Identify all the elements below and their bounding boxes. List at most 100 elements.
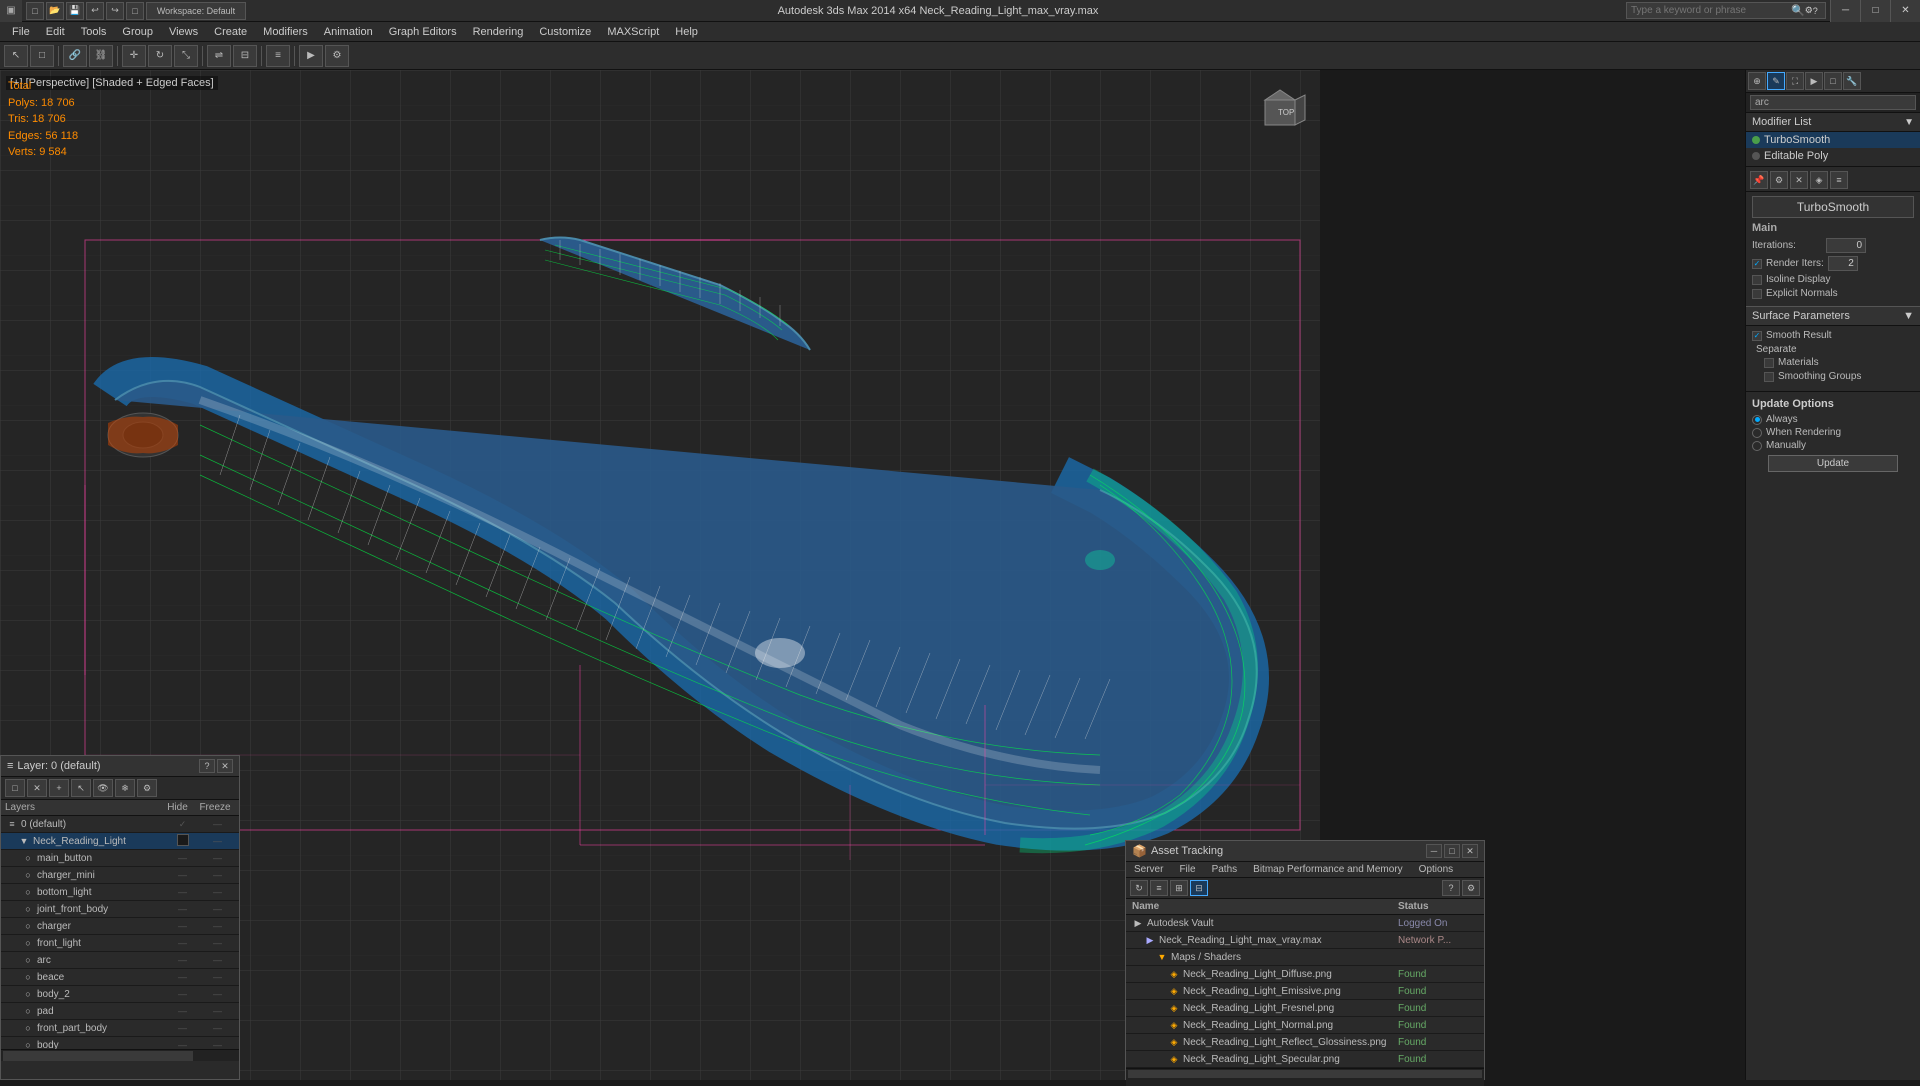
asset-scrollbar[interactable] <box>1126 1068 1484 1078</box>
utilities-tab[interactable]: 🔧 <box>1843 72 1861 90</box>
menu-modifiers[interactable]: Modifiers <box>255 24 316 40</box>
remove-modifier-icon[interactable]: ✕ <box>1790 171 1808 189</box>
link-icon[interactable]: 🔗 <box>63 45 87 67</box>
menu-views[interactable]: Views <box>161 24 206 40</box>
layer-row-body[interactable]: ○ body — — <box>1 1037 239 1049</box>
manually-radio-row[interactable]: Manually <box>1752 440 1914 451</box>
search-input[interactable] <box>1631 5 1791 16</box>
layer-row-pad[interactable]: ○ pad — — <box>1 1003 239 1020</box>
asset-row-reflect[interactable]: ◈ Neck_Reading_Light_Reflect_Glossiness.… <box>1126 1034 1484 1051</box>
update-button[interactable]: Update <box>1768 455 1898 472</box>
modifier-turbosmooth[interactable]: TurboSmooth <box>1746 132 1920 148</box>
asset-detail-icon[interactable]: ⊟ <box>1190 880 1208 896</box>
explicit-normals-checkbox[interactable] <box>1752 289 1762 299</box>
asset-row-diffuse[interactable]: ◈ Neck_Reading_Light_Diffuse.png Found <box>1126 966 1484 983</box>
asset-row-specular[interactable]: ◈ Neck_Reading_Light_Specular.png Found <box>1126 1051 1484 1068</box>
layer-row-charger[interactable]: ○ charger — — <box>1 918 239 935</box>
smoothing-groups-checkbox[interactable] <box>1764 372 1774 382</box>
motion-tab[interactable]: ▶ <box>1805 72 1823 90</box>
layers-scrollbar-thumb[interactable] <box>3 1051 193 1061</box>
layer-hide-all-icon[interactable]: 👁 <box>93 779 113 797</box>
render-icon[interactable]: ▶ <box>299 45 323 67</box>
modifier-search-input[interactable] <box>1750 95 1916 110</box>
layer-row-front-light[interactable]: ○ front_light — — <box>1 935 239 952</box>
search-box[interactable]: 🔍 ⚙ ? <box>1626 2 1826 19</box>
unlink-icon[interactable]: ⛓ <box>89 45 113 67</box>
options-icon[interactable]: ⚙ <box>1770 171 1788 189</box>
layer-freeze-all-icon[interactable]: ❄ <box>115 779 135 797</box>
iterations-input[interactable] <box>1826 238 1866 253</box>
asset-row-maxfile[interactable]: ▶ Neck_Reading_Light_max_vray.max Networ… <box>1126 932 1484 949</box>
pin-icon[interactable]: 📌 <box>1750 171 1768 189</box>
save-icon[interactable]: 💾 <box>66 2 84 20</box>
asset-row-fresnel[interactable]: ◈ Neck_Reading_Light_Fresnel.png Found <box>1126 1000 1484 1017</box>
layer-row-joint-front-body[interactable]: ○ joint_front_body — — <box>1 901 239 918</box>
render-iters-input[interactable] <box>1828 256 1858 271</box>
materials-checkbox[interactable] <box>1764 358 1774 368</box>
layer-row-bottom-light[interactable]: ○ bottom_light — — <box>1 884 239 901</box>
menu-file[interactable]: File <box>4 24 38 40</box>
configure-icon[interactable]: ≡ <box>1830 171 1848 189</box>
select-name-icon[interactable]: □ <box>30 45 54 67</box>
hierarchy-tab[interactable]: ⛶ <box>1786 72 1804 90</box>
menu-animation[interactable]: Animation <box>316 24 381 40</box>
move-icon[interactable]: ✛ <box>122 45 146 67</box>
modifier-list-expand[interactable]: ▼ <box>1904 117 1914 128</box>
menu-tools[interactable]: Tools <box>73 24 115 40</box>
asset-settings-icon[interactable]: ⚙ <box>1462 880 1480 896</box>
layers-scrollbar[interactable] <box>1 1049 239 1061</box>
asset-row-vault[interactable]: ▶ Autodesk Vault Logged On <box>1126 915 1484 932</box>
layer-row-front-part-body[interactable]: ○ front_part_body — — <box>1 1020 239 1037</box>
menu-graph-editors[interactable]: Graph Editors <box>381 24 465 40</box>
maximize-button[interactable]: □ <box>1860 0 1890 22</box>
menu-rendering[interactable]: Rendering <box>465 24 532 40</box>
asset-list-icon[interactable]: ≡ <box>1150 880 1168 896</box>
mirror-icon[interactable]: ⇌ <box>207 45 231 67</box>
render-setup-btn[interactable]: ⚙ <box>325 45 349 67</box>
viewport-cube[interactable]: TOP <box>1250 80 1310 140</box>
asset-menu-server[interactable]: Server <box>1126 862 1171 877</box>
menu-create[interactable]: Create <box>206 24 255 40</box>
asset-help-icon[interactable]: ? <box>1442 880 1460 896</box>
display-tab[interactable]: □ <box>1824 72 1842 90</box>
asset-menu-bitmap-perf[interactable]: Bitmap Performance and Memory <box>1245 862 1411 877</box>
layers-help-btn[interactable]: ? <box>199 759 215 773</box>
modify-tab active[interactable]: ✎ <box>1767 72 1785 90</box>
menu-help[interactable]: Help <box>667 24 706 40</box>
asset-scrollbar-thumb[interactable] <box>1128 1070 1482 1078</box>
asset-row-maps[interactable]: ▼ Maps / Shaders <box>1126 949 1484 966</box>
asset-row-emissive[interactable]: ◈ Neck_Reading_Light_Emissive.png Found <box>1126 983 1484 1000</box>
layers-close-btn[interactable]: ✕ <box>217 759 233 773</box>
create-tab[interactable]: ⊕ <box>1748 72 1766 90</box>
undo-icon[interactable]: ↩ <box>86 2 104 20</box>
layer-delete-icon[interactable]: ✕ <box>27 779 47 797</box>
asset-menu-paths[interactable]: Paths <box>1204 862 1246 877</box>
asset-menu-file[interactable]: File <box>1171 862 1203 877</box>
asset-minimize-btn[interactable]: ─ <box>1426 844 1442 858</box>
asset-grid-icon[interactable]: ⊞ <box>1170 880 1188 896</box>
rotate-icon[interactable]: ↻ <box>148 45 172 67</box>
surface-params-header[interactable]: Surface Parameters ▼ <box>1746 306 1920 326</box>
manually-radio[interactable] <box>1752 441 1762 451</box>
layer-row-neck[interactable]: ▼ Neck_Reading_Light — <box>1 833 239 850</box>
when-rendering-radio[interactable] <box>1752 428 1762 438</box>
smooth-result-checkbox[interactable]: ✓ <box>1752 331 1762 341</box>
isoline-checkbox[interactable] <box>1752 275 1762 285</box>
scale-icon[interactable]: ⤡ <box>174 45 198 67</box>
menu-group[interactable]: Group <box>114 24 161 40</box>
layer-row-main-button[interactable]: ○ main_button — — <box>1 850 239 867</box>
always-radio[interactable] <box>1752 415 1762 425</box>
layer-select-icon[interactable]: ↖ <box>71 779 91 797</box>
layer-add-selection-icon[interactable]: + <box>49 779 69 797</box>
layer-settings-icon[interactable]: ⚙ <box>137 779 157 797</box>
render-iters-checkbox[interactable]: ✓ <box>1752 259 1762 269</box>
asset-close-btn[interactable]: ✕ <box>1462 844 1478 858</box>
workspace-selector[interactable]: Workspace: Default <box>146 2 246 20</box>
layer-manager-icon[interactable]: ≡ <box>266 45 290 67</box>
align-icon[interactable]: ⊟ <box>233 45 257 67</box>
asset-maximize-btn[interactable]: □ <box>1444 844 1460 858</box>
close-button[interactable]: ✕ <box>1890 0 1920 22</box>
redo-icon[interactable]: ↪ <box>106 2 124 20</box>
new-icon[interactable]: □ <box>26 2 44 20</box>
layer-new-icon[interactable]: □ <box>5 779 25 797</box>
